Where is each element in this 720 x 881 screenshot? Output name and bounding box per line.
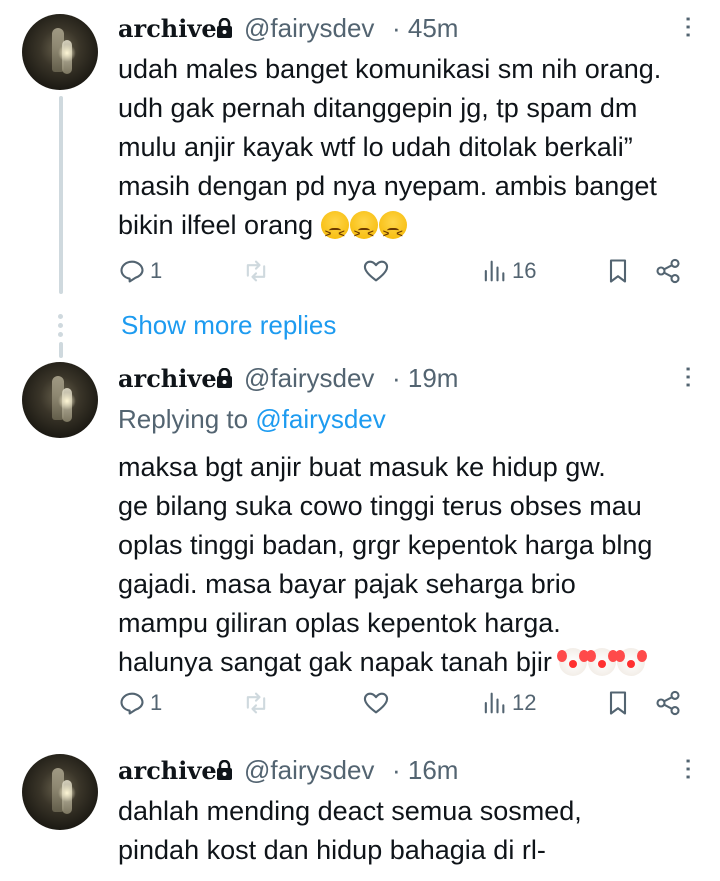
reply-icon: [120, 260, 144, 283]
tweet[interactable]: archive @fairysdev · 19m ··· Replying to…: [0, 360, 720, 740]
tweet-actions: 1 12: [118, 686, 698, 720]
confounded-face-icon: [349, 211, 378, 254]
retweet-button[interactable]: [242, 254, 270, 288]
like-button[interactable]: [362, 686, 390, 720]
reply-count: 1: [150, 258, 163, 283]
tweet-text: maksa bgt anjir buat masuk ke hidup gw. …: [118, 452, 653, 677]
bookmark-button[interactable]: [604, 686, 632, 720]
views-count: 12: [512, 690, 537, 715]
reply-count: 1: [150, 690, 163, 715]
views-button[interactable]: 16: [480, 254, 536, 288]
show-more-replies-link[interactable]: Show more replies: [121, 310, 336, 341]
share-icon: [656, 690, 680, 716]
bookmark-icon: [609, 259, 627, 283]
thread-line: [59, 96, 63, 294]
reply-icon: [120, 692, 144, 715]
avatar[interactable]: [22, 754, 98, 830]
author-handle[interactable]: @fairysdev: [244, 13, 374, 44]
timestamp[interactable]: · 45m: [392, 13, 458, 44]
more-options-icon[interactable]: ···: [673, 364, 706, 388]
reply-button[interactable]: 1: [118, 254, 162, 288]
views-count: 16: [512, 258, 537, 283]
tweet-text: dahlah mending deact semua sosmed, pinda…: [118, 796, 582, 865]
timestamp[interactable]: · 19m: [392, 363, 458, 394]
avatar[interactable]: [22, 14, 98, 90]
views-button[interactable]: 12: [480, 686, 536, 720]
author-handle[interactable]: @fairysdev: [244, 363, 374, 394]
retweet-icon: [246, 260, 266, 282]
more-options-icon[interactable]: ···: [673, 14, 706, 38]
confounded-face-icon: [320, 211, 349, 254]
clown-face-icon: [586, 648, 617, 676]
replying-to-mention[interactable]: @fairysdev: [255, 404, 385, 434]
retweet-icon: [246, 692, 266, 714]
author-name[interactable]: archive: [118, 364, 217, 393]
author-handle[interactable]: @fairysdev: [244, 755, 374, 786]
heart-icon: [363, 260, 389, 282]
timestamp[interactable]: · 16m: [392, 755, 458, 786]
retweet-button[interactable]: [242, 686, 270, 720]
heart-icon: [363, 692, 389, 714]
clown-face-icon: [557, 648, 588, 676]
lock-icon: [217, 368, 232, 388]
lock-icon: [217, 760, 232, 780]
views-icon: [484, 260, 505, 282]
share-icon: [656, 258, 680, 284]
tweet[interactable]: archive @fairysdev · 45m ··· udah males …: [0, 0, 720, 300]
avatar[interactable]: [22, 362, 98, 438]
tweet-actions: 1 16: [118, 254, 698, 288]
emoji-group: [552, 647, 647, 677]
thread-line: [59, 342, 63, 358]
bookmark-button[interactable]: [604, 254, 632, 288]
clown-face-icon: [615, 648, 646, 676]
views-icon: [484, 692, 505, 714]
bookmark-icon: [609, 691, 627, 715]
tweet-text: udah males banget komunikasi sm nih oran…: [118, 50, 708, 254]
like-button[interactable]: [362, 254, 390, 288]
reply-button[interactable]: 1: [118, 686, 162, 720]
thread-dots: [58, 314, 64, 341]
tweet[interactable]: archive @fairysdev · 16m ··· dahlah mend…: [0, 752, 720, 881]
author-name[interactable]: archive: [118, 14, 217, 43]
confounded-face-icon: [378, 211, 407, 254]
more-options-icon[interactable]: ···: [673, 756, 706, 780]
share-button[interactable]: [654, 254, 682, 288]
replying-to: Replying to @fairysdev: [118, 404, 386, 434]
author-name[interactable]: archive: [118, 756, 217, 785]
share-button[interactable]: [654, 686, 682, 720]
emoji-group: [313, 210, 408, 254]
lock-icon: [217, 18, 232, 38]
